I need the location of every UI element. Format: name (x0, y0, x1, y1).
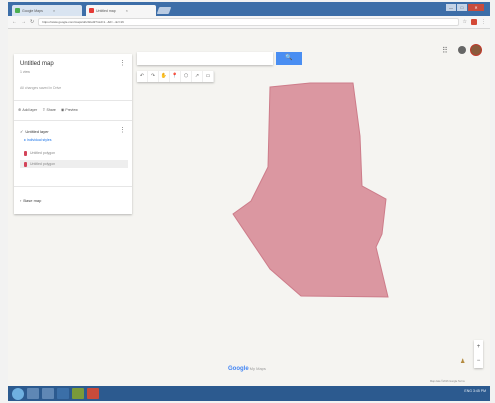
save-status: All changes saved in Drive (20, 86, 62, 90)
forward-arrow-icon[interactable]: → (21, 19, 26, 25)
maximize-button[interactable]: □ (457, 4, 467, 11)
taskbar-app-icon[interactable] (57, 388, 69, 399)
tab-google-maps[interactable]: Google Maps × (12, 5, 82, 16)
drawing-toolbar: ↶ ↷ ✋ 📍 ⬡ ↗ ▭ (137, 71, 214, 82)
reload-icon[interactable]: ↻ (30, 19, 34, 25)
layer-title-label: Untitled layer (25, 129, 49, 134)
layer-icon: ⊕ (18, 107, 22, 112)
apps-grid-icon[interactable]: ⠿ (442, 46, 448, 55)
pegman-icon[interactable]: ♟ (460, 358, 465, 365)
close-window-button[interactable]: ✕ (468, 4, 484, 11)
action-label: Share (46, 107, 56, 112)
url-field[interactable]: https://www.google.com/maps/d/u/0/edit?m… (38, 18, 459, 26)
undo-button[interactable]: ↶ (137, 71, 148, 82)
address-bar-row: ← → ↻ https://www.google.com/maps/d/u/0/… (8, 16, 490, 29)
draw-line-button[interactable]: ⬡ (181, 71, 192, 82)
map-attribution[interactable]: Map data ©2016 Google Terms (430, 380, 465, 383)
feature-item-selected[interactable]: Untitled polygon (20, 160, 128, 168)
minimize-button[interactable]: — (446, 4, 456, 11)
zoom-out-button[interactable]: − (474, 354, 483, 368)
zoom-in-button[interactable]: + (474, 340, 483, 354)
taskbar-app-icon[interactable] (72, 388, 84, 399)
extension-icon[interactable] (471, 19, 477, 25)
add-layer-button[interactable]: ⊕ Add layer (18, 107, 37, 112)
system-tray[interactable]: ENG 3:45 PM (464, 389, 486, 393)
map-title[interactable]: Untitled map (20, 61, 54, 67)
polygon-swatch-icon (24, 150, 27, 156)
star-icon[interactable]: ☆ (463, 19, 467, 25)
tab-untitled-map[interactable]: Untitled map × (86, 5, 156, 16)
share-icon: ⇪ (42, 107, 46, 112)
measure-button[interactable]: ▭ (203, 71, 214, 82)
map-views-count: 1 view (20, 70, 30, 74)
style-link[interactable]: ♦ Individual styles (24, 138, 52, 142)
product-wordmark: My Maps (249, 366, 266, 371)
divider (14, 100, 132, 101)
action-label: Preview (65, 107, 78, 112)
add-marker-button[interactable]: 📍 (170, 71, 181, 82)
taskbar-app-icon[interactable] (42, 388, 54, 399)
close-icon[interactable]: × (126, 8, 128, 13)
action-label: Add layer (22, 107, 38, 112)
avatar[interactable] (470, 44, 482, 56)
tab-label: Google Maps (22, 8, 43, 13)
redo-button[interactable]: ↷ (148, 71, 159, 82)
window-controls: — □ ✕ (446, 4, 484, 11)
divider (14, 120, 132, 121)
base-map-label: Base map (23, 198, 42, 203)
back-arrow-icon[interactable]: ← (12, 19, 17, 25)
eye-icon: ◉ (60, 107, 65, 112)
layer-options-icon[interactable]: ⋮ (119, 127, 126, 134)
drawn-polygon (232, 82, 389, 298)
share-button[interactable]: ⇪ Share (42, 107, 56, 112)
maps-favicon-icon (15, 8, 20, 13)
divider (14, 186, 132, 187)
layer-name[interactable]: ✓ Untitled layer (20, 129, 49, 134)
windows-taskbar: ENG 3:45 PM (8, 386, 490, 401)
menu-icon[interactable]: ⋮ (481, 19, 486, 25)
zoom-control: + − (474, 340, 483, 368)
more-options-icon[interactable]: ⋮ (119, 60, 126, 67)
hand-tool-button[interactable]: ✋ (159, 71, 170, 82)
directions-button[interactable]: ↗ (192, 71, 203, 82)
checkbox-icon[interactable]: ✓ (20, 129, 23, 134)
panel-actions: ⊕ Add layer ⇪ Share ◉ Preview (18, 107, 78, 112)
feature-item[interactable]: Untitled polygon (20, 149, 128, 157)
google-wordmark: Google (228, 366, 249, 372)
map-layers-panel: Untitled map 1 view All changes saved in… (14, 54, 132, 214)
browser-tab-bar: Google Maps × Untitled map × — □ ✕ (8, 2, 490, 16)
tab-label: Untitled map (96, 8, 116, 13)
preview-button[interactable]: ◉ Preview (61, 107, 78, 112)
new-tab-button[interactable] (156, 7, 172, 14)
polygon-swatch-icon (24, 161, 27, 167)
search-input[interactable] (137, 52, 273, 65)
feature-label: Untitled polygon (30, 151, 56, 155)
style-label: Individual styles (26, 138, 52, 142)
search-icon: 🔍 (285, 55, 293, 61)
paint-icon: ♦ (24, 138, 26, 142)
feature-label: Untitled polygon (30, 162, 56, 166)
start-button-icon[interactable] (12, 387, 24, 400)
search-button[interactable]: 🔍 (276, 52, 302, 65)
taskbar-app-icon[interactable] (27, 388, 39, 399)
close-icon[interactable]: × (53, 8, 55, 13)
taskbar-app-icon[interactable] (87, 388, 99, 399)
base-map-toggle[interactable]: › Base map (20, 198, 41, 203)
google-my-maps-logo: Google My Maps (228, 366, 266, 372)
chevron-right-icon: › (20, 198, 22, 203)
mymaps-favicon-icon (89, 8, 94, 13)
notifications-icon[interactable] (458, 46, 466, 54)
